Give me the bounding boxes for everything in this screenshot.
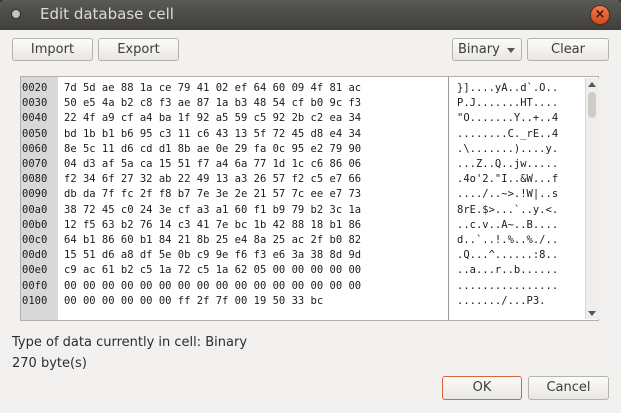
- hex-address: 0020: [22, 82, 48, 94]
- hex-address: 0100: [22, 294, 48, 307]
- scroll-thumb[interactable]: [588, 92, 596, 118]
- byte-count-label: 270 byte(s): [12, 356, 87, 371]
- hex-bytes[interactable]: bd 1b b1 b6 95 c3 11 c6 43 13 5f 72 45 d…: [64, 127, 361, 142]
- hex-bytes[interactable]: 15 51 d6 a8 df 5e 0b c9 9e f6 f3 e6 3a 3…: [64, 248, 361, 263]
- export-button-label: Export: [117, 42, 160, 57]
- hex-ascii[interactable]: P.J.......HT....: [457, 96, 558, 111]
- hex-editor[interactable]: 0020 7d 5d ae 88 1a ce 79 41 02 ef 64 60 …: [20, 76, 599, 321]
- scroll-down-icon[interactable]: [588, 311, 596, 316]
- hex-bytes[interactable]: 38 72 45 c0 24 3e cf a3 a1 60 f1 b9 79 b…: [64, 203, 361, 218]
- window-title: Edit database cell: [40, 5, 174, 23]
- hex-ascii[interactable]: .Q...^......:8..: [457, 248, 558, 263]
- hex-bytes[interactable]: 7d 5d ae 88 1a ce 79 41 02 ef 64 60 09 4…: [64, 81, 361, 96]
- title-bar: Edit database cell ×: [0, 0, 621, 30]
- scroll-up-icon[interactable]: [588, 82, 596, 87]
- hex-bytes[interactable]: 50 e5 4a b2 c8 f3 ae 87 1a b3 48 54 cf b…: [64, 96, 361, 111]
- hex-address: 00c0: [22, 234, 48, 246]
- hex-address: 0030: [22, 97, 48, 110]
- ascii-separator: [448, 77, 449, 320]
- clear-button-label: Clear: [551, 42, 585, 57]
- clear-button[interactable]: Clear: [527, 38, 609, 61]
- data-type-label: Type of data currently in cell: Binary: [12, 335, 248, 350]
- hex-bytes[interactable]: 12 f5 63 b2 76 14 c3 41 7e bc 1b 42 88 1…: [64, 218, 361, 233]
- hex-ascii[interactable]: ..c.v..A~..B....: [457, 218, 558, 233]
- mode-select[interactable]: Binary: [452, 38, 522, 61]
- hex-ascii[interactable]: .4o'2."I..&W...f: [457, 172, 558, 187]
- hex-ascii[interactable]: ................: [457, 279, 558, 294]
- hex-bytes[interactable]: 00 00 00 00 00 00 00 00 00 00 00 00 00 0…: [64, 279, 361, 294]
- hex-bytes[interactable]: db da 7f fc 2f f8 b7 7e 3e 2e 21 57 7c e…: [64, 187, 361, 202]
- close-icon[interactable]: ×: [591, 6, 609, 24]
- window-menu-icon[interactable]: [11, 9, 21, 19]
- hex-bytes[interactable]: 04 d3 af 5a ca 15 51 f7 a4 6a 77 1d 1c c…: [64, 157, 361, 172]
- hex-address: 00e0: [22, 264, 48, 277]
- hex-address: 0090: [22, 188, 48, 201]
- hex-address: 00b0: [22, 218, 48, 231]
- hex-bytes[interactable]: c9 ac 61 b2 c5 1a 72 c5 1a 62 05 00 00 0…: [64, 263, 361, 278]
- hex-bytes[interactable]: 64 b1 86 60 b1 84 21 8b 25 e4 8a 25 ac 2…: [64, 233, 361, 248]
- hex-bytes[interactable]: 22 4f a9 cf a4 ba 1f 92 a5 59 c5 92 2b c…: [64, 111, 361, 126]
- hex-address: 00a0: [22, 203, 48, 216]
- hex-address: 00f0: [22, 279, 48, 292]
- hex-bytes[interactable]: 00 00 00 00 00 00 ff 2f 7f 00 19 50 33 b…: [64, 294, 323, 309]
- hex-bytes[interactable]: 8e 5c 11 d6 cd d1 8b ae 0e 29 fa 0c 95 e…: [64, 142, 361, 157]
- hex-ascii[interactable]: d..`..!.%..%./..: [457, 233, 558, 248]
- mode-select-value: Binary: [458, 42, 500, 57]
- hex-ascii[interactable]: ..a...r..b......: [457, 263, 558, 278]
- edit-cell-dialog: Edit database cell × Import Export Binar…: [0, 0, 621, 413]
- hex-ascii[interactable]: "O.......Y..+..4: [457, 111, 558, 126]
- ok-button[interactable]: OK: [442, 376, 522, 400]
- hex-ascii[interactable]: ......./...P3.: [457, 294, 546, 309]
- chevron-down-icon: [507, 48, 515, 53]
- hex-ascii[interactable]: .\.......)....y.: [457, 142, 558, 157]
- hex-ascii[interactable]: ........C._rE..4: [457, 127, 558, 142]
- hex-address: 0050: [22, 127, 48, 140]
- export-button[interactable]: Export: [98, 38, 179, 61]
- hex-address: 0060: [22, 142, 48, 155]
- ok-button-label: OK: [472, 380, 492, 395]
- hex-ascii[interactable]: }]....yA..d`.O..: [457, 81, 558, 96]
- hex-ascii[interactable]: ...Z..Q..jw.....: [457, 157, 558, 172]
- cancel-button[interactable]: Cancel: [528, 376, 609, 400]
- hex-bytes[interactable]: f2 34 6f 27 32 ab 22 49 13 a3 26 57 f2 c…: [64, 172, 361, 187]
- import-button-label: Import: [30, 42, 75, 57]
- hex-address: 00d0: [22, 249, 48, 262]
- import-button[interactable]: Import: [12, 38, 93, 61]
- hex-ascii[interactable]: ..../..~>.!W|..s: [457, 187, 558, 202]
- hex-address: 0040: [22, 112, 48, 125]
- hex-ascii[interactable]: 8rE.$>...`..y.<.: [457, 203, 558, 218]
- hex-address: 0070: [22, 158, 48, 170]
- hex-scrollbar[interactable]: [585, 78, 599, 319]
- cancel-button-label: Cancel: [546, 380, 591, 395]
- hex-address: 0080: [22, 173, 48, 186]
